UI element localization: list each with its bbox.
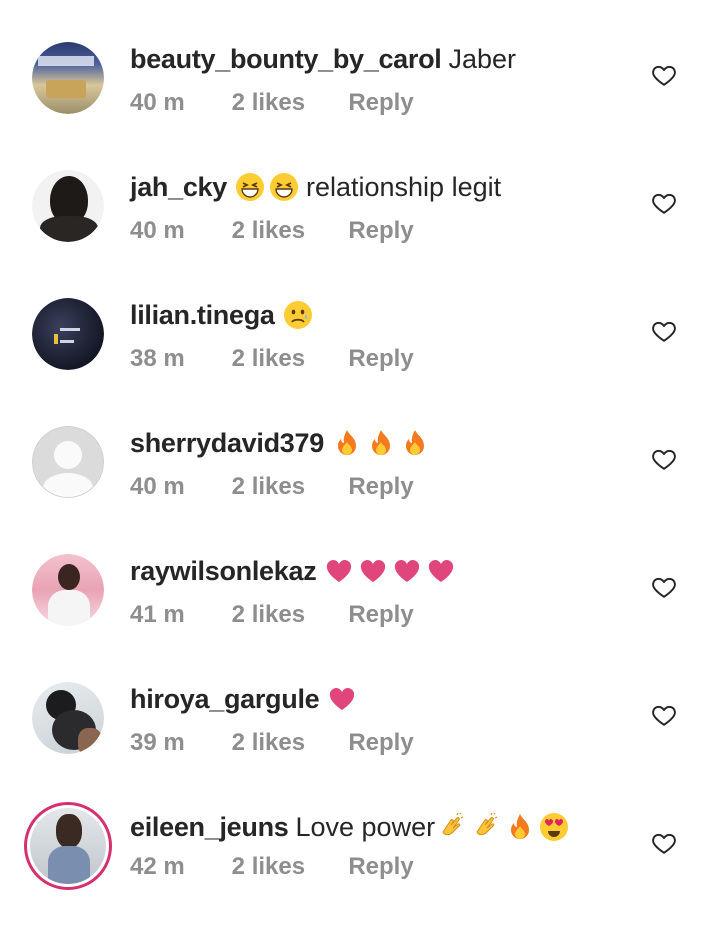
grinning-squint-emoji-icon bbox=[269, 173, 298, 201]
fire-emoji-icon bbox=[371, 430, 390, 455]
fire-emoji-icon bbox=[511, 814, 530, 839]
comment-meta: 40 m 2 likes Reply bbox=[130, 472, 414, 502]
reply-button[interactable]: Reply bbox=[348, 600, 413, 630]
comment-line: raywilsonlekaz bbox=[130, 554, 456, 588]
comment-meta: 38 m 2 likes Reply bbox=[130, 344, 414, 374]
comment-item: raywilsonlekaz 41 m 2 likes Reply bbox=[0, 554, 720, 682]
likes-count[interactable]: 2 likes bbox=[232, 216, 342, 246]
comment-text: relationship legit bbox=[305, 172, 502, 202]
avatar[interactable] bbox=[32, 682, 104, 754]
comment-text: Jaber bbox=[448, 44, 517, 74]
avatar[interactable] bbox=[32, 554, 104, 626]
fire-emoji-icon bbox=[405, 430, 424, 455]
avatar-story-ring[interactable] bbox=[24, 802, 112, 890]
timestamp: 40 m bbox=[130, 473, 185, 500]
pink-heart-emoji-icon bbox=[429, 560, 454, 582]
reply-button[interactable]: Reply bbox=[348, 88, 413, 118]
emoji-group bbox=[283, 300, 313, 330]
comment-meta: 42 m 2 likes Reply bbox=[130, 852, 414, 882]
timestamp: 41 m bbox=[130, 601, 185, 628]
heart-outline-icon[interactable] bbox=[651, 318, 677, 344]
comment-meta: 39 m 2 likes Reply bbox=[130, 728, 414, 758]
comment-meta: 41 m 2 likes Reply bbox=[130, 600, 414, 630]
sad-face-emoji-icon bbox=[283, 301, 312, 329]
reply-button[interactable]: Reply bbox=[348, 852, 413, 882]
heart-outline-icon[interactable] bbox=[651, 702, 677, 728]
username[interactable]: beauty_bounty_by_carol bbox=[130, 42, 442, 76]
reply-button[interactable]: Reply bbox=[348, 472, 413, 502]
emoji-group bbox=[324, 556, 456, 586]
username[interactable]: sherrydavid379 bbox=[130, 426, 324, 460]
likes-count[interactable]: 2 likes bbox=[232, 88, 342, 118]
fire-emoji-icon bbox=[337, 430, 356, 455]
timestamp: 40 m bbox=[130, 217, 185, 244]
heart-outline-icon[interactable] bbox=[651, 574, 677, 600]
comment-item: sherrydavid379 40 m 2 likes Reply bbox=[0, 426, 720, 554]
timestamp: 42 m bbox=[130, 853, 185, 880]
heart-outline-icon[interactable] bbox=[651, 830, 677, 856]
avatar[interactable] bbox=[32, 298, 104, 370]
pink-heart-emoji-icon bbox=[361, 560, 386, 582]
avatar[interactable] bbox=[32, 426, 104, 498]
likes-count[interactable]: 2 likes bbox=[232, 344, 342, 374]
comment-line: beauty_bounty_by_carol Jaber bbox=[130, 42, 516, 76]
timestamp: 38 m bbox=[130, 345, 185, 372]
comment-item: beauty_bounty_by_carol Jaber 40 m 2 like… bbox=[0, 42, 720, 170]
heart-outline-icon[interactable] bbox=[651, 446, 677, 472]
likes-count[interactable]: 2 likes bbox=[232, 472, 342, 502]
comment-item: jah_cky relationship legit 40 m 2 likes … bbox=[0, 170, 720, 298]
timestamp: 40 m bbox=[130, 89, 185, 116]
pink-heart-emoji-icon bbox=[327, 560, 352, 582]
emoji-group bbox=[332, 428, 430, 458]
avatar[interactable] bbox=[32, 42, 104, 114]
likes-count[interactable]: 2 likes bbox=[232, 728, 342, 758]
username[interactable]: eileen_jeuns bbox=[130, 810, 289, 844]
pink-heart-emoji-icon bbox=[395, 560, 420, 582]
reply-button[interactable]: Reply bbox=[348, 728, 413, 758]
comment-line: lilian.tinega bbox=[130, 298, 313, 332]
comment-meta: 40 m 2 likes Reply bbox=[130, 216, 414, 246]
grinning-squint-emoji-icon bbox=[235, 173, 264, 201]
comment-text: Love power bbox=[295, 812, 436, 842]
username[interactable]: hiroya_gargule bbox=[130, 682, 320, 716]
comment-item: hiroya_gargule 39 m 2 likes Reply bbox=[0, 682, 720, 810]
comment-line: sherrydavid379 bbox=[130, 426, 430, 460]
clapping-hands-emoji-icon bbox=[476, 812, 498, 836]
emoji-group bbox=[235, 172, 299, 202]
emoji-group bbox=[437, 812, 569, 842]
reply-button[interactable]: Reply bbox=[348, 216, 413, 246]
username[interactable]: jah_cky bbox=[130, 170, 227, 204]
timestamp: 39 m bbox=[130, 729, 185, 756]
username[interactable]: lilian.tinega bbox=[130, 298, 275, 332]
heart-outline-icon[interactable] bbox=[651, 190, 677, 216]
pink-heart-emoji-icon bbox=[330, 688, 355, 710]
clapping-hands-emoji-icon bbox=[442, 812, 464, 836]
avatar[interactable] bbox=[32, 170, 104, 242]
likes-count[interactable]: 2 likes bbox=[232, 600, 342, 630]
comment-line: hiroya_gargule bbox=[130, 682, 357, 716]
comment-meta: 40 m 2 likes Reply bbox=[130, 88, 414, 118]
comment-line: jah_cky relationship legit bbox=[130, 170, 501, 204]
comment-item: eileen_jeuns Love power 42 m 2 likes Rep… bbox=[0, 802, 720, 938]
heart-outline-icon[interactable] bbox=[651, 62, 677, 88]
heart-eyes-emoji-icon bbox=[540, 813, 569, 841]
emoji-group bbox=[327, 684, 357, 714]
reply-button[interactable]: Reply bbox=[348, 344, 413, 374]
username[interactable]: raywilsonlekaz bbox=[130, 554, 317, 588]
likes-count[interactable]: 2 likes bbox=[232, 852, 342, 882]
comment-item: lilian.tinega 38 m 2 likes Reply bbox=[0, 298, 720, 426]
comment-line: eileen_jeuns Love power bbox=[130, 810, 569, 844]
